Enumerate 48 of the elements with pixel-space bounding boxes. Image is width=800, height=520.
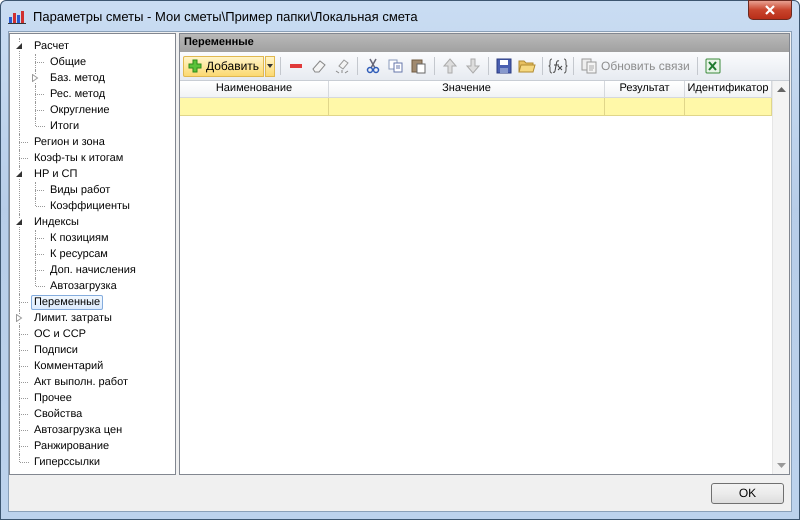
tree-item[interactable]: Доп. начисления bbox=[47, 262, 139, 278]
tree-item[interactable]: Индексы bbox=[31, 214, 82, 230]
tree-item[interactable]: Переменные bbox=[31, 294, 104, 310]
expand-icon[interactable] bbox=[31, 74, 39, 82]
tree-item[interactable]: К позициям bbox=[47, 230, 112, 246]
scroll-up-icon[interactable] bbox=[776, 86, 786, 92]
tree-item[interactable]: Автозагрузка bbox=[47, 278, 120, 294]
plus-icon bbox=[188, 59, 202, 73]
column-header[interactable]: Результат bbox=[605, 81, 685, 97]
tree-item[interactable]: Свойства bbox=[31, 406, 86, 422]
ok-button[interactable]: OK bbox=[711, 482, 784, 504]
tree-item[interactable]: Прочее bbox=[31, 390, 75, 406]
tree-item[interactable]: Итоги bbox=[47, 118, 82, 134]
tree-item[interactable]: Виды работ bbox=[47, 182, 114, 198]
tree-item[interactable]: НР и СП bbox=[31, 166, 80, 182]
tree-item[interactable]: Акт выполн. работ bbox=[31, 374, 132, 390]
tree-item[interactable]: Рес. метод bbox=[47, 86, 108, 102]
window-title: Параметры сметы - Мои сметы\Пример папки\Локальная смета bbox=[33, 8, 418, 24]
tree-item[interactable]: Ранжирование bbox=[31, 438, 112, 454]
tree-item[interactable]: Гиперссылки bbox=[31, 454, 103, 470]
column-header[interactable]: Значение bbox=[329, 81, 605, 97]
caret-icon bbox=[267, 64, 274, 68]
scroll-down-icon[interactable] bbox=[776, 463, 786, 469]
tree-item[interactable]: Коэф-ты к итогам bbox=[31, 150, 126, 166]
documents-icon bbox=[581, 58, 598, 74]
dropdown-button[interactable] bbox=[265, 56, 276, 76]
tree-item[interactable]: Лимит. затраты bbox=[31, 310, 115, 326]
formula-icon[interactable] bbox=[548, 56, 568, 76]
tree-item[interactable]: Общие bbox=[47, 54, 90, 70]
tree-item[interactable]: К ресурсам bbox=[47, 246, 111, 262]
expand-icon[interactable] bbox=[15, 314, 23, 322]
column-header[interactable]: Наименование bbox=[180, 81, 329, 97]
tree-item[interactable]: Регион и зона bbox=[31, 134, 108, 150]
tree-item[interactable]: ОС и ССР bbox=[31, 326, 89, 342]
tree-item[interactable]: Автозагрузка цен bbox=[31, 422, 126, 438]
spreadsheet-icon[interactable] bbox=[702, 56, 723, 76]
save-icon[interactable] bbox=[494, 56, 514, 76]
tree-item[interactable]: Расчет bbox=[31, 38, 72, 54]
tree-item[interactable]: Подписи bbox=[31, 342, 81, 358]
panel-title: Переменные bbox=[180, 34, 789, 52]
add-button[interactable]: Добавить bbox=[183, 56, 264, 76]
tree-item[interactable]: Баз. метод bbox=[47, 70, 108, 86]
close-button[interactable] bbox=[748, 0, 792, 20]
close-icon bbox=[764, 5, 776, 15]
tree-item[interactable]: Комментарий bbox=[31, 358, 106, 374]
tree-item[interactable]: Округление bbox=[47, 102, 113, 118]
tree-item[interactable]: Коэффициенты bbox=[47, 198, 133, 214]
scrollbar[interactable] bbox=[772, 81, 789, 474]
